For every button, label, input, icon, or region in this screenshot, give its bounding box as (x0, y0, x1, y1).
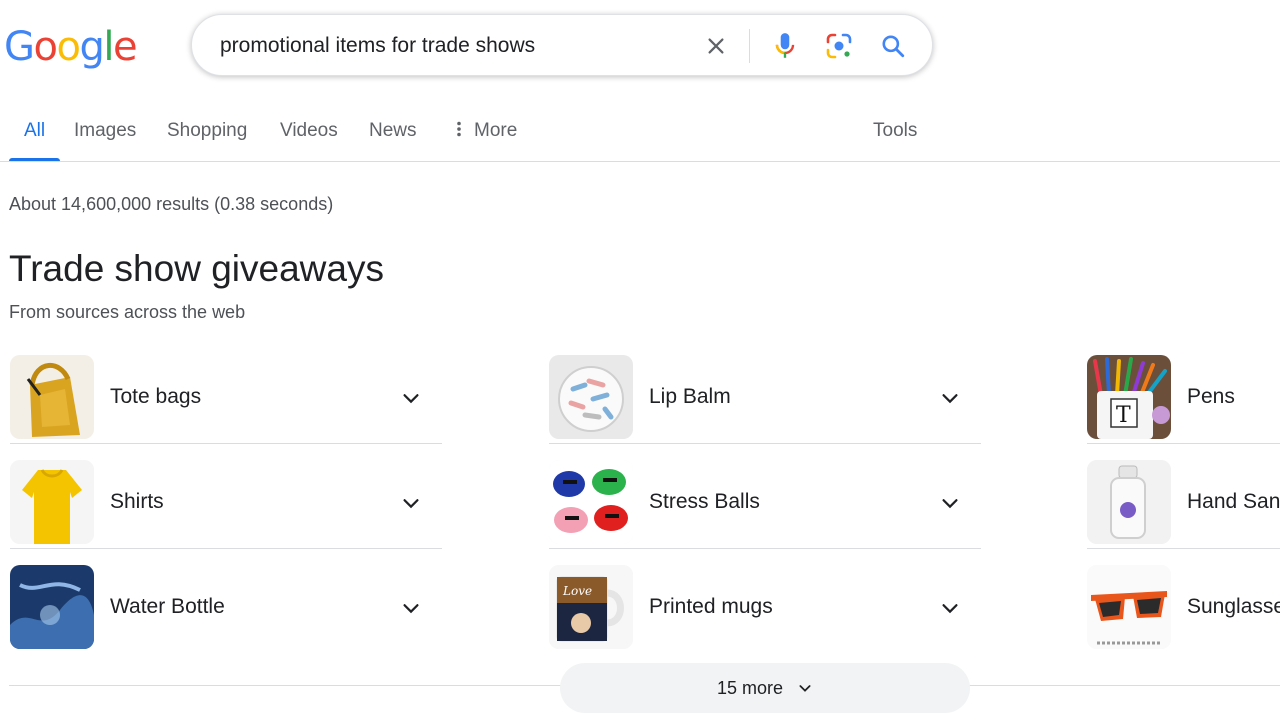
list-item-water-bottle[interactable]: Water Bottle (10, 560, 442, 654)
printed-mug-thumbnail: Love (549, 565, 633, 649)
item-label: Hand San (1187, 489, 1280, 513)
chevron-down-icon (799, 685, 811, 692)
list-item-shirts[interactable]: Shirts (10, 455, 442, 549)
tab-news[interactable]: News (369, 100, 417, 161)
google-logo[interactable]: Google (4, 22, 138, 72)
list-item-stress-balls[interactable]: Stress Balls (549, 455, 981, 549)
lens-icon (826, 33, 852, 59)
item-label: Water Bottle (110, 595, 225, 618)
show-more-button[interactable]: 15 more (560, 663, 970, 713)
sunglasses-thumbnail (1087, 565, 1171, 649)
item-label: Lip Balm (649, 384, 731, 408)
section-subtitle: From sources across the web (9, 302, 246, 322)
logo-letter: G (4, 24, 35, 70)
logo-letter: g (79, 24, 104, 70)
hand-sanitizer-thumbnail (1087, 459, 1171, 544)
logo-letter: o (33, 24, 58, 70)
item-label: Stress Balls (649, 489, 760, 513)
mug-print-text: Love (562, 584, 592, 598)
search-divider (749, 29, 750, 63)
water-bottle-thumbnail (10, 565, 94, 649)
clear-search-button[interactable] (700, 30, 732, 62)
result-stats: About 14,600,000 results (0.38 seconds) (9, 194, 334, 214)
lip-balm-thumbnail (549, 354, 633, 439)
list-item-sunglasses[interactable]: Sunglasse (1087, 560, 1280, 654)
search-input[interactable] (220, 15, 690, 77)
tab-tools[interactable]: Tools (873, 100, 917, 161)
show-more-label: 15 more (716, 677, 784, 698)
tab-videos[interactable]: Videos (280, 100, 338, 161)
close-icon (708, 38, 724, 54)
pens-thumbnail: T (1087, 354, 1171, 439)
chevron-down-icon (942, 604, 958, 614)
search-tabs: All Images Shopping Videos News More Too… (0, 100, 1280, 162)
chevron-down-icon (403, 394, 419, 404)
logo-letter: l (103, 24, 114, 70)
list-item-pens[interactable]: T Pens (1087, 350, 1280, 444)
shirt-thumbnail (10, 459, 94, 544)
microphone-icon (775, 33, 795, 58)
item-label: Pens (1187, 384, 1235, 408)
image-search-button[interactable] (821, 28, 857, 64)
list-item-hand-sanitizer[interactable]: Hand San (1087, 455, 1280, 549)
logo-letter: e (112, 24, 138, 70)
tab-shopping[interactable]: Shopping (167, 100, 247, 161)
voice-search-button[interactable] (767, 28, 803, 64)
list-item-tote-bags[interactable]: Tote bags (10, 350, 442, 444)
logo-letter: o (56, 24, 80, 70)
item-label: Printed mugs (649, 595, 773, 618)
svg-text:T: T (1116, 403, 1131, 428)
search-submit-button[interactable] (875, 28, 911, 64)
stress-balls-thumbnail (549, 459, 633, 544)
tote-bag-thumbnail (10, 354, 94, 439)
item-label: Tote bags (110, 384, 202, 408)
item-label: Shirts (110, 489, 164, 513)
tab-all[interactable]: All (8, 100, 61, 161)
item-label: Sunglasse (1187, 595, 1280, 618)
chevron-down-icon (403, 604, 419, 614)
search-icon (882, 35, 905, 58)
tab-images[interactable]: Images (74, 100, 136, 161)
chevron-down-icon (942, 499, 958, 509)
more-vert-icon (457, 122, 461, 137)
section-title: Trade show giveaways (9, 248, 384, 289)
chevron-down-icon (403, 499, 419, 509)
tab-more-label: More (474, 120, 518, 141)
list-item-printed-mugs[interactable]: Love Printed mugs (549, 560, 981, 654)
search-box (191, 14, 933, 77)
tab-more[interactable]: More (456, 100, 517, 161)
chevron-down-icon (942, 394, 958, 404)
list-item-lip-balm[interactable]: Lip Balm (549, 350, 981, 444)
